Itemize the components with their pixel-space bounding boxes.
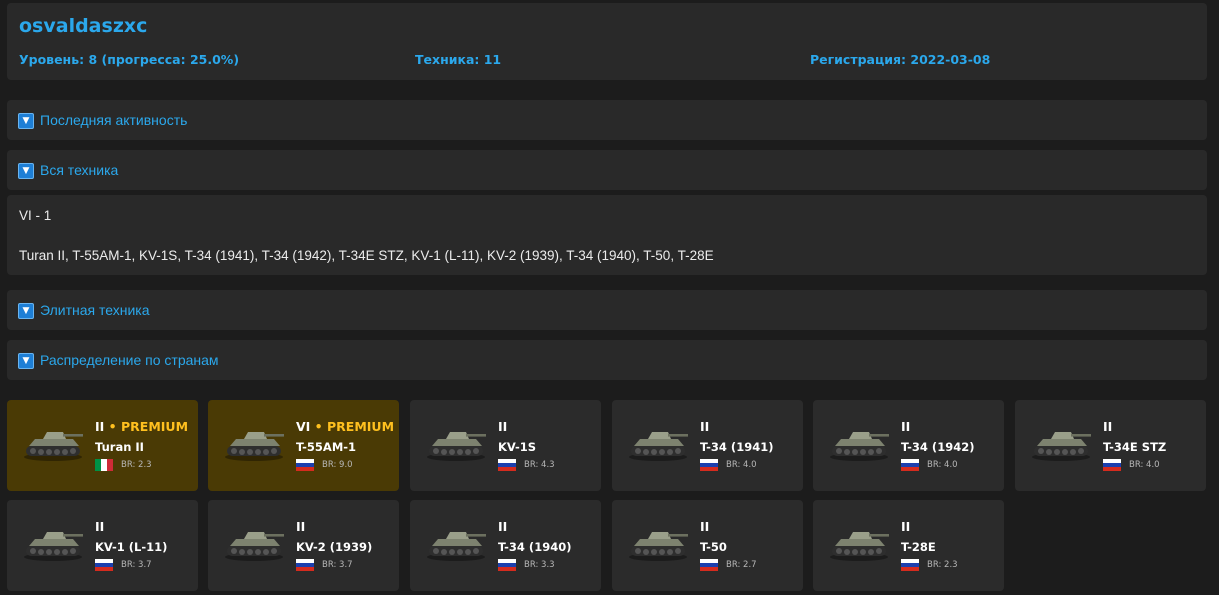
russia-flag-icon: [901, 459, 919, 471]
tank-icon: [424, 524, 488, 562]
expand-toggle-icon[interactable]: ▼: [18, 163, 34, 179]
tank-icon: [222, 524, 286, 562]
tank-icon: [21, 524, 85, 562]
battle-rating: BR: 2.7: [726, 560, 757, 570]
russia-flag-icon: [296, 559, 314, 571]
tank-icon: [827, 524, 891, 562]
vehicle-name: KV-1 (L-11): [95, 540, 168, 554]
vehicle-card[interactable]: II T-28E BR: 2.3: [813, 500, 1004, 591]
section-all-vehicles[interactable]: ▼ Вся техника: [7, 150, 1207, 190]
section-title[interactable]: Распределение по странам: [40, 352, 219, 368]
vehicle-card[interactable]: II T-34 (1942) BR: 4.0: [813, 400, 1004, 491]
italy-flag-icon: [95, 459, 113, 471]
battle-rating: BR: 4.0: [726, 460, 757, 470]
tank-icon: [424, 424, 488, 462]
battle-rating: BR: 3.7: [322, 560, 353, 570]
russia-flag-icon: [498, 459, 516, 471]
vehicle-name: T-34 (1942): [901, 440, 975, 454]
russia-flag-icon: [498, 559, 516, 571]
battle-rating: BR: 2.3: [927, 560, 958, 570]
vehicle-tier: II: [700, 419, 710, 434]
vehicle-name: T-28E: [901, 540, 936, 554]
battle-rating: BR: 3.7: [121, 560, 152, 570]
vehicle-name: KV-1S: [498, 440, 537, 454]
tank-icon: [222, 424, 286, 462]
section-title[interactable]: Вся техника: [40, 162, 118, 178]
vehicle-tier: II: [901, 419, 911, 434]
vehicle-card[interactable]: II KV-2 (1939) BR: 3.7: [208, 500, 399, 591]
russia-flag-icon: [95, 559, 113, 571]
battle-rating: BR: 4.0: [1129, 460, 1160, 470]
tier-summary: VI - 1: [19, 208, 52, 223]
russia-flag-icon: [901, 559, 919, 571]
vehicle-card[interactable]: II T-34 (1941) BR: 4.0: [612, 400, 803, 491]
level-stat: Уровень: 8 (прогресса: 25.0%): [19, 52, 240, 67]
tank-icon: [827, 424, 891, 462]
vehicle-tier: II: [901, 519, 911, 534]
vehicle-card[interactable]: VI • PREMIUM T-55AM-1 BR: 9.0: [208, 400, 399, 491]
username: osvaldaszxc: [19, 15, 148, 37]
vehicle-card[interactable]: II T-34 (1940) BR: 3.3: [410, 500, 601, 591]
expand-toggle-icon[interactable]: ▼: [18, 353, 34, 369]
russia-flag-icon: [700, 459, 718, 471]
vehicle-card[interactable]: II KV-1S BR: 4.3: [410, 400, 601, 491]
registration-stat: Регистрация: 2022-03-08: [810, 52, 991, 67]
vehicle-tier: II: [498, 519, 508, 534]
vehicle-tier: VI • PREMIUM: [296, 419, 395, 434]
vehicle-name: Turan II: [95, 440, 144, 454]
vehicle-name: KV-2 (1939): [296, 540, 373, 554]
battle-rating: BR: 4.0: [927, 460, 958, 470]
vehicle-name: T-34 (1941): [700, 440, 774, 454]
russia-flag-icon: [296, 459, 314, 471]
battle-rating: BR: 9.0: [322, 460, 353, 470]
vehicle-tier: II: [1103, 419, 1113, 434]
vehicle-name: T-50: [700, 540, 727, 554]
vehicle-card[interactable]: II KV-1 (L-11) BR: 3.7: [7, 500, 198, 591]
section-recent-activity[interactable]: ▼ Последняя активность: [7, 100, 1207, 140]
section-title[interactable]: Последняя активность: [40, 112, 187, 128]
premium-label: • PREMIUM: [310, 419, 395, 434]
profile-header: osvaldaszxc Уровень: 8 (прогресса: 25.0%…: [7, 3, 1207, 80]
vehicle-tier: II: [296, 519, 306, 534]
all-vehicles-content: VI - 1 Turan II, T-55AM-1, KV-1S, T-34 (…: [7, 195, 1207, 275]
battle-rating: BR: 4.3: [524, 460, 555, 470]
vehicle-card[interactable]: II T-50 BR: 2.7: [612, 500, 803, 591]
section-elite-vehicles[interactable]: ▼ Элитная техника: [7, 290, 1207, 330]
vehicle-list-text: Turan II, T-55AM-1, KV-1S, T-34 (1941), …: [19, 248, 714, 263]
tank-icon: [626, 524, 690, 562]
vehicle-name: T-34 (1940): [498, 540, 572, 554]
expand-toggle-icon[interactable]: ▼: [18, 303, 34, 319]
vehicle-tier: II: [700, 519, 710, 534]
battle-rating: BR: 2.3: [121, 460, 152, 470]
russia-flag-icon: [1103, 459, 1121, 471]
vehicle-name: T-34E STZ: [1103, 440, 1167, 454]
vehicle-card[interactable]: II • PREMIUM Turan II BR: 2.3: [7, 400, 198, 491]
section-title[interactable]: Элитная техника: [40, 302, 150, 318]
vehicle-name: T-55AM-1: [296, 440, 357, 454]
vehicle-tier: II: [95, 519, 105, 534]
vehicles-count-stat: Техника: 11: [415, 52, 502, 67]
tank-icon: [1029, 424, 1093, 462]
expand-toggle-icon[interactable]: ▼: [18, 113, 34, 129]
tank-icon: [626, 424, 690, 462]
russia-flag-icon: [700, 559, 718, 571]
premium-label: • PREMIUM: [104, 419, 189, 434]
vehicle-tier: II • PREMIUM: [95, 419, 189, 434]
section-country-distribution[interactable]: ▼ Распределение по странам: [7, 340, 1207, 380]
vehicle-tier: II: [498, 419, 508, 434]
battle-rating: BR: 3.3: [524, 560, 555, 570]
tank-icon: [21, 424, 85, 462]
vehicle-card[interactable]: II T-34E STZ BR: 4.0: [1015, 400, 1206, 491]
